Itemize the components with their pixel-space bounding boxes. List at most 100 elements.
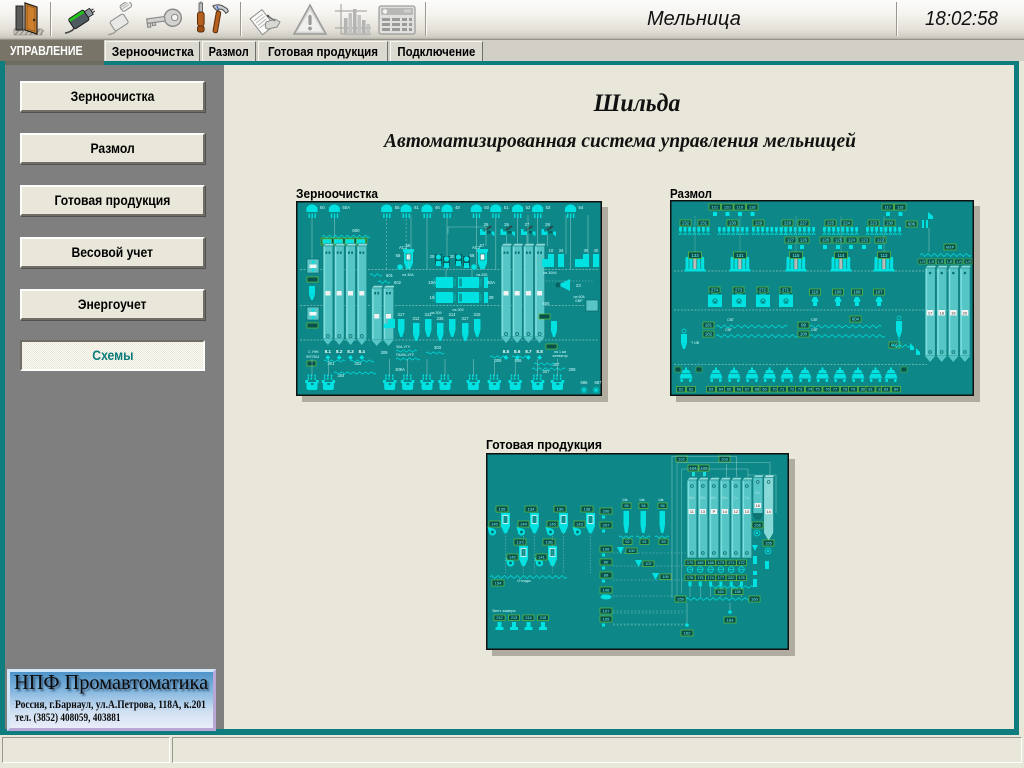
svg-text:174: 174 xyxy=(707,576,713,580)
svg-text:309А: 309А xyxy=(395,367,405,372)
svg-text:222: 222 xyxy=(728,576,734,580)
svg-text:145: 145 xyxy=(549,522,556,527)
svg-text:131: 131 xyxy=(736,253,744,258)
svg-text:114: 114 xyxy=(838,253,846,258)
svg-text:72: 72 xyxy=(790,388,794,392)
svg-text:54: 54 xyxy=(579,205,584,210)
svg-text:99: 99 xyxy=(801,323,806,328)
svg-text:110: 110 xyxy=(812,290,819,295)
svg-text:Тж: Тж xyxy=(745,496,750,500)
svg-text:312: 312 xyxy=(413,316,421,321)
svg-text:601: 601 xyxy=(386,273,394,278)
svg-text:28: 28 xyxy=(545,222,550,227)
svg-text:155: 155 xyxy=(765,541,772,546)
svg-text:313: 313 xyxy=(425,312,433,317)
svg-text:10: 10 xyxy=(549,248,554,253)
svg-text:С УФК: С УФК xyxy=(308,350,319,354)
svg-text:79: 79 xyxy=(851,388,855,392)
svg-text:8.4: 8.4 xyxy=(359,349,366,354)
svg-text:215: 215 xyxy=(540,616,546,620)
svg-text:135: 135 xyxy=(499,507,506,512)
svg-text:30А-УГУ: 30А-УГУ xyxy=(396,345,411,349)
svg-text:БВР: БВР xyxy=(575,299,583,303)
svg-text:56: 56 xyxy=(406,243,411,248)
svg-text:274: 274 xyxy=(711,288,719,293)
svg-text:227: 227 xyxy=(800,221,808,226)
svg-text:156: 156 xyxy=(754,523,761,528)
svg-text:95: 95 xyxy=(624,504,628,508)
svg-text:69: 69 xyxy=(762,388,766,392)
svg-text:106: 106 xyxy=(603,547,610,552)
svg-text:124: 124 xyxy=(848,238,856,243)
svg-text:608: 608 xyxy=(543,301,551,306)
svg-text:В/с: В/с xyxy=(722,496,727,500)
svg-text:30A: 30A xyxy=(487,280,495,285)
svg-text:170: 170 xyxy=(687,561,693,565)
svg-text:48: 48 xyxy=(455,205,460,210)
svg-text:181: 181 xyxy=(705,323,713,328)
svg-text:122: 122 xyxy=(877,238,885,243)
svg-text:177: 177 xyxy=(718,576,724,580)
svg-text:1-Я: 1-Я xyxy=(965,260,971,264)
svg-text:63: 63 xyxy=(709,388,713,392)
svg-text:39: 39 xyxy=(488,295,494,300)
svg-text:164: 164 xyxy=(727,618,734,623)
svg-text:119: 119 xyxy=(737,205,744,210)
svg-text:8.8: 8.8 xyxy=(536,349,543,354)
svg-text:на 309А: на 309А xyxy=(543,271,557,275)
svg-text:20: 20 xyxy=(963,310,968,315)
svg-text:СВТ: СВТ xyxy=(811,318,819,322)
svg-text:130: 130 xyxy=(886,221,894,226)
svg-text:134: 134 xyxy=(528,507,535,512)
svg-text:108: 108 xyxy=(853,290,861,295)
svg-text:1-Я: 1-Я xyxy=(919,260,925,264)
svg-text:81: 81 xyxy=(868,388,872,392)
svg-text:604: 604 xyxy=(852,317,860,322)
svg-text:1-Я: 1-Я xyxy=(938,260,944,264)
svg-text:139: 139 xyxy=(557,507,564,512)
svg-text:1-Я: 1-Я xyxy=(928,260,934,264)
svg-text:61: 61 xyxy=(414,205,419,210)
svg-text:18: 18 xyxy=(939,310,944,315)
svg-text:93: 93 xyxy=(661,540,665,544)
svg-text:125: 125 xyxy=(835,238,843,243)
svg-text:60A: 60A xyxy=(342,205,350,210)
svg-text:600: 600 xyxy=(352,228,360,233)
svg-text:109: 109 xyxy=(834,290,842,295)
svg-text:173: 173 xyxy=(718,561,724,565)
svg-text:105: 105 xyxy=(603,617,610,622)
svg-text:103: 103 xyxy=(721,457,728,462)
svg-text:8.2: 8.2 xyxy=(336,349,343,354)
svg-text:СВТ: СВТ xyxy=(725,328,733,332)
svg-text:271: 271 xyxy=(782,288,790,293)
svg-text:309: 309 xyxy=(381,350,389,355)
svg-text:11: 11 xyxy=(690,510,694,514)
svg-text:131: 131 xyxy=(700,221,708,226)
svg-text:159: 159 xyxy=(677,597,684,602)
svg-text:602: 602 xyxy=(394,280,402,285)
svg-text:172: 172 xyxy=(738,561,744,565)
svg-text:МХР: МХР xyxy=(946,246,955,250)
svg-text:40: 40 xyxy=(594,248,599,253)
svg-text:137: 137 xyxy=(517,540,524,545)
svg-text:91: 91 xyxy=(642,540,646,544)
svg-text:на 309: на 309 xyxy=(431,311,442,315)
svg-text:1-Я: 1-Я xyxy=(947,260,953,264)
svg-text:225: 225 xyxy=(827,221,835,226)
svg-text:120: 120 xyxy=(724,205,731,210)
svg-text:315: 315 xyxy=(474,312,482,317)
svg-text:50: 50 xyxy=(484,205,489,210)
svg-text:105: 105 xyxy=(701,466,708,471)
svg-text:элеватор: элеватор xyxy=(552,354,567,358)
svg-text:СВТ: СВТ xyxy=(811,328,819,332)
svg-text:51: 51 xyxy=(504,205,509,210)
svg-text:29: 29 xyxy=(430,254,435,259)
svg-text:46: 46 xyxy=(435,205,440,210)
svg-text:Шв: Шв xyxy=(659,498,664,502)
svg-text:70: 70 xyxy=(772,388,776,392)
svg-text:58: 58 xyxy=(396,253,401,258)
svg-text:116: 116 xyxy=(897,205,904,210)
svg-text:73: 73 xyxy=(798,388,802,392)
svg-text:273: 273 xyxy=(735,288,743,293)
svg-text:107: 107 xyxy=(875,290,883,295)
